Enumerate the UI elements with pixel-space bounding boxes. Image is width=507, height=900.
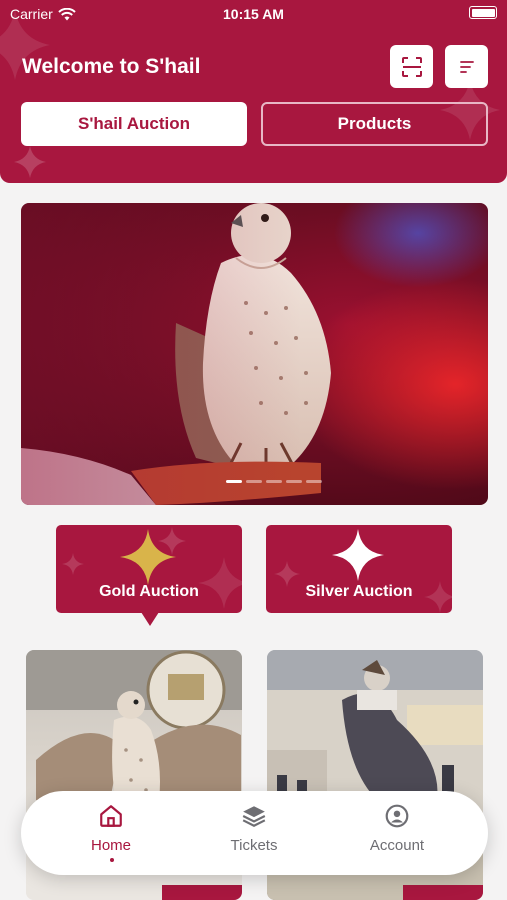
- silver-auction-label: Silver Auction: [305, 583, 413, 600]
- silver-auction-button[interactable]: Silver Auction: [266, 525, 452, 613]
- falcon-image: [21, 203, 488, 505]
- sparkle-decoration: [158, 527, 186, 555]
- clock: 10:15 AM: [223, 6, 284, 22]
- silver-star-icon: [332, 529, 384, 581]
- carousel-dot[interactable]: [246, 480, 262, 483]
- gold-auction-button[interactable]: Gold Auction: [56, 525, 242, 613]
- carousel-dot[interactable]: [306, 480, 322, 483]
- nav-account[interactable]: Account: [337, 803, 457, 854]
- carousel-dot[interactable]: [266, 480, 282, 483]
- carousel-indicator[interactable]: [226, 480, 322, 483]
- tab-shail-auction[interactable]: S'hail Auction: [21, 102, 247, 146]
- bottom-nav: Home Tickets Account: [21, 791, 488, 875]
- gold-auction-label: Gold Auction: [99, 583, 199, 600]
- carousel-dot[interactable]: [226, 480, 242, 483]
- hero-banner[interactable]: [21, 203, 488, 505]
- nav-home-label: Home: [90, 837, 131, 854]
- scan-button[interactable]: [390, 45, 433, 88]
- status-bar: Carrier 10:15 AM: [0, 0, 507, 28]
- sparkle-decoration: [62, 553, 84, 575]
- page-title: Welcome to S'hail: [22, 55, 201, 78]
- active-tab-indicator: [110, 858, 114, 862]
- home-icon: [100, 805, 122, 827]
- sort-lines-icon: [459, 60, 474, 73]
- battery-icon: [469, 6, 497, 19]
- nav-home[interactable]: Home: [51, 803, 171, 854]
- layers-icon: [242, 806, 266, 827]
- user-circle-icon: [385, 804, 409, 828]
- nav-tickets-label: Tickets: [230, 837, 278, 854]
- sparkle-decoration: [14, 146, 46, 178]
- selected-indicator: [141, 612, 159, 626]
- carousel-dot[interactable]: [286, 480, 302, 483]
- sort-button[interactable]: [445, 45, 488, 88]
- card-footer-accent: [403, 885, 483, 900]
- nav-tickets[interactable]: Tickets: [194, 803, 314, 854]
- nav-account-label: Account: [369, 837, 425, 854]
- card-footer-accent: [162, 885, 242, 900]
- qr-scan-icon: [401, 56, 422, 77]
- tab-products[interactable]: Products: [261, 102, 488, 146]
- header: Carrier 10:15 AM Welcome to S'hail S'hai…: [0, 0, 507, 183]
